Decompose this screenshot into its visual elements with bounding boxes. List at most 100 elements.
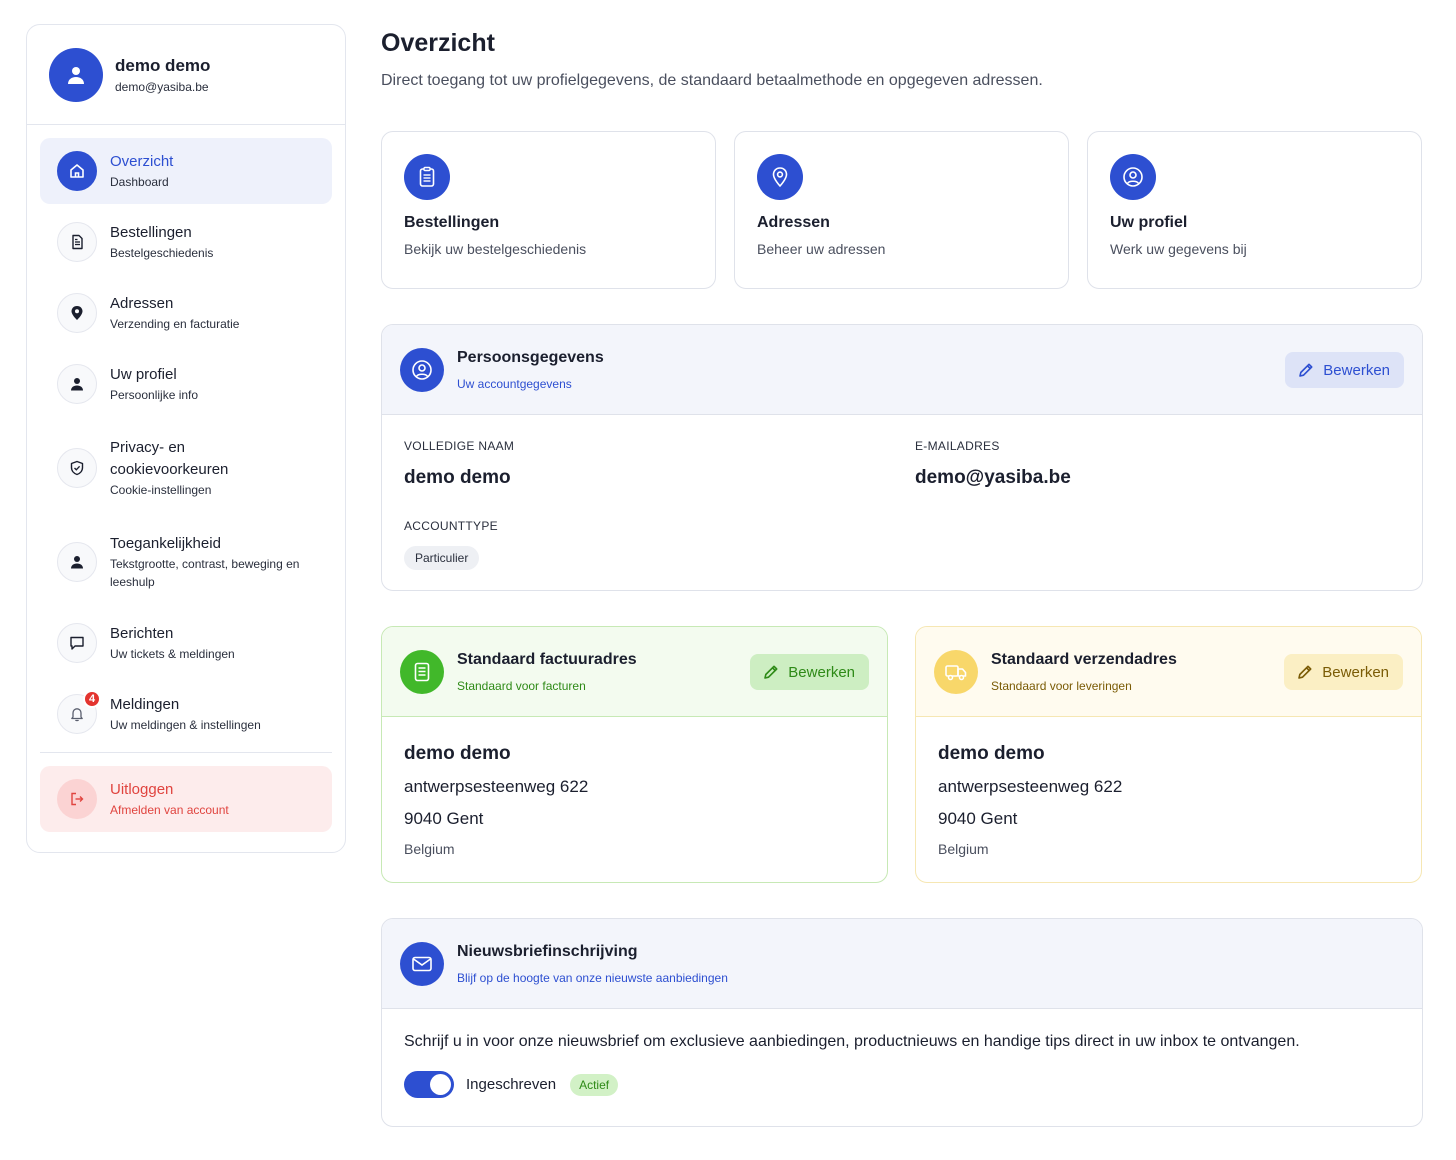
address-country: Belgium	[404, 841, 455, 857]
sidebar-item-bestellingen[interactable]: Bestellingen Bestelgeschiedenis	[40, 204, 332, 280]
shield-icon	[57, 448, 97, 488]
quick-card-uw-profiel[interactable]: Uw profiel Werk uw gegevens bij	[1087, 131, 1422, 289]
quick-card-bestellingen[interactable]: Bestellingen Bekijk uw bestelgeschiedeni…	[381, 131, 716, 289]
sidebar-item-meldingen[interactable]: 4 Meldingen Uw meldingen & instellingen	[40, 676, 332, 752]
quick-card-subtitle: Beheer uw adressen	[757, 241, 886, 257]
quick-card-title: Bestellingen	[404, 214, 500, 231]
status-badge: Actief	[570, 1073, 619, 1096]
user-icon	[68, 66, 84, 84]
page-title: Overzicht	[381, 29, 495, 57]
sidebar-item-sublabel: Tekstgrootte, contrast, beweging en lees…	[110, 557, 300, 589]
billing-address-header: Standaard factuuradres Standaard voor fa…	[382, 627, 887, 717]
sidebar-item-adressen[interactable]: Adressen Verzending en facturatie	[40, 280, 332, 346]
map-pin-icon	[57, 293, 97, 333]
chat-icon	[57, 623, 97, 663]
user-circle-icon	[400, 347, 444, 392]
edit-label: Bewerken	[1323, 361, 1390, 379]
divider	[40, 752, 332, 753]
sidebar-item-sublabel: Uw meldingen & instellingen	[110, 718, 261, 732]
sidebar-item-label: Privacy- en cookievoorkeuren	[110, 439, 229, 478]
sidebar-item-label: Overzicht	[110, 153, 174, 170]
toggle-label: Ingeschreven	[466, 1076, 557, 1093]
map-pin-icon	[757, 154, 803, 200]
sidebar-item-privacy[interactable]: Privacy- en cookievoorkeuren Cookie-inst…	[40, 422, 332, 514]
edit-billing-button[interactable]: Bewerken	[750, 654, 869, 690]
main-content: Overzicht Direct toegang tot uw profielg…	[381, 24, 1423, 1127]
address-city: 9040 Gent	[404, 809, 484, 828]
sidebar-nav: Overzicht Dashboard Bestellingen Bestelg…	[27, 125, 345, 832]
quick-card-title: Uw profiel	[1110, 214, 1188, 231]
edit-personal-button[interactable]: Bewerken	[1285, 352, 1404, 388]
pencil-icon	[1299, 363, 1313, 377]
sidebar-item-label: Toegankelijkheid	[110, 535, 221, 552]
address-street: antwerpsesteenweg 622	[938, 777, 1123, 796]
shipping-address-header: Standaard verzendadres Standaard voor le…	[916, 627, 1421, 717]
newsletter-header: Nieuwsbriefinschrijving Blijf op de hoog…	[382, 919, 1422, 1009]
truck-icon	[934, 649, 978, 694]
page-subtitle: Direct toegang tot uw profielgegevens, d…	[381, 72, 1043, 89]
user-email: demo@yasiba.be	[115, 79, 209, 94]
full-name-value: demo demo	[404, 467, 511, 488]
account-type-label: ACCOUNTTYPE	[404, 519, 498, 533]
email-label: E-MAILADRES	[915, 439, 1000, 453]
sidebar-item-berichten[interactable]: Berichten Uw tickets & meldingen	[40, 610, 332, 676]
account-sidebar: demo demo demo@yasiba.be Overzicht Dashb…	[26, 24, 346, 853]
clipboard-icon	[404, 154, 450, 200]
logout-label: Uitloggen	[110, 781, 174, 798]
logout-icon	[57, 779, 97, 819]
billing-address-panel: Standaard factuuradres Standaard voor fa…	[381, 626, 888, 883]
invoice-icon	[400, 649, 444, 694]
sidebar-item-label: Meldingen	[110, 696, 180, 713]
full-name-label: VOLLEDIGE NAAM	[404, 439, 515, 453]
pencil-icon	[1298, 665, 1312, 679]
sidebar-item-sublabel: Verzending en facturatie	[110, 317, 240, 331]
sidebar-item-label: Berichten	[110, 625, 174, 642]
account-type-badge: Particulier	[404, 546, 480, 570]
panel-title: Nieuwsbriefinschrijving	[457, 942, 638, 960]
logout-button[interactable]: Uitloggen Afmelden van account	[40, 766, 332, 832]
newsletter-toggle[interactable]	[404, 1071, 454, 1098]
quick-card-adressen[interactable]: Adressen Beheer uw adressen	[734, 131, 1069, 289]
panel-subtitle: Standaard voor facturen	[457, 678, 586, 693]
panel-title: Standaard factuuradres	[457, 650, 637, 668]
sidebar-item-label: Bestellingen	[110, 224, 192, 241]
quick-card-subtitle: Werk uw gegevens bij	[1110, 241, 1247, 257]
edit-shipping-button[interactable]: Bewerken	[1284, 654, 1403, 690]
mail-icon	[400, 941, 444, 986]
user-name: demo demo	[115, 55, 211, 75]
sidebar-item-sublabel: Persoonlijke info	[110, 388, 199, 402]
quick-links: Bestellingen Bekijk uw bestelgeschiedeni…	[381, 131, 1423, 289]
bell-icon: 4	[57, 690, 101, 734]
sidebar-item-sublabel: Cookie-instellingen	[110, 483, 212, 497]
personal-info-panel: Persoonsgegevens Uw accountgegevens Bewe…	[381, 324, 1423, 591]
panel-subtitle: Blijf op de hoogte van onze nieuwste aan…	[457, 970, 728, 985]
personal-info-header: Persoonsgegevens Uw accountgegevens Bewe…	[382, 325, 1422, 415]
sidebar-item-toegankelijkheid[interactable]: Toegankelijkheid Tekstgrootte, contrast,…	[40, 514, 332, 610]
panel-subtitle: Uw accountgegevens	[457, 376, 572, 391]
edit-label: Bewerken	[788, 663, 855, 681]
sidebar-item-sublabel: Bestelgeschiedenis	[110, 246, 214, 260]
quick-card-title: Adressen	[757, 214, 830, 231]
user-icon	[57, 364, 97, 404]
address-name: demo demo	[404, 743, 511, 764]
panel-title: Persoonsgegevens	[457, 348, 604, 366]
address-country: Belgium	[938, 841, 989, 857]
sidebar-item-label: Uw profiel	[110, 366, 177, 383]
logout-sublabel: Afmelden van account	[110, 803, 229, 817]
quick-card-subtitle: Bekijk uw bestelgeschiedenis	[404, 241, 587, 257]
sidebar-item-overzicht[interactable]: Overzicht Dashboard	[40, 138, 332, 204]
notification-badge: 4	[83, 690, 101, 708]
address-street: antwerpsesteenweg 622	[404, 777, 589, 796]
shipping-address-panel: Standaard verzendadres Standaard voor le…	[915, 626, 1422, 883]
home-icon	[57, 151, 97, 191]
newsletter-description: Schrijf u in voor onze nieuwsbrief om ex…	[404, 1033, 1300, 1050]
email-value: demo@yasiba.be	[915, 467, 1071, 488]
document-icon	[57, 222, 97, 262]
newsletter-panel: Nieuwsbriefinschrijving Blijf op de hoog…	[381, 918, 1423, 1127]
user-header: demo demo demo@yasiba.be	[27, 25, 345, 125]
address-city: 9040 Gent	[938, 809, 1018, 828]
sidebar-item-uw-profiel[interactable]: Uw profiel Persoonlijke info	[40, 346, 332, 422]
sidebar-item-sublabel: Dashboard	[110, 175, 169, 189]
toggle-knob	[430, 1074, 451, 1095]
user-icon	[57, 542, 97, 582]
